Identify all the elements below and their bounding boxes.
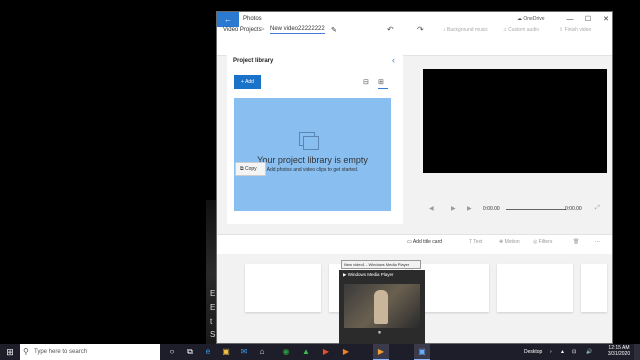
background-text: t: [210, 317, 213, 326]
onedrive-label: OneDrive: [523, 16, 545, 22]
add-button[interactable]: + Add: [234, 75, 261, 89]
title-bar: [217, 12, 612, 27]
motion-label: Motion: [504, 239, 520, 245]
back-button[interactable]: ←: [217, 12, 239, 27]
copy-label: Copy: [244, 166, 257, 172]
wmp-preview-title: Windows Media Player: [347, 272, 394, 277]
fullscreen-icon[interactable]: ⤢: [595, 205, 600, 212]
task-view-icon[interactable]: ⧉: [182, 344, 198, 360]
chevron-icon[interactable]: ›: [550, 344, 552, 360]
system-clock[interactable]: 12:15 AM 3/31/2020: [604, 345, 634, 357]
background-text: E: [210, 289, 216, 298]
add-title-card-button[interactable]: ▭ Add title card: [407, 239, 442, 245]
photo-icon: [303, 136, 319, 150]
background-music-button[interactable]: ♪ Background music: [443, 27, 488, 33]
mail-icon[interactable]: ✉: [236, 344, 252, 360]
edit-icon[interactable]: ✎: [331, 26, 337, 34]
background-text: E: [210, 303, 216, 312]
onedrive-button[interactable]: ☁ OneDrive: [517, 12, 545, 27]
video-preview[interactable]: [423, 69, 607, 173]
project-name-field[interactable]: New video22222222: [270, 26, 325, 34]
app-icon[interactable]: ▶: [318, 344, 334, 360]
vlc-icon[interactable]: ▶: [338, 344, 354, 360]
cortana-icon[interactable]: ○: [164, 344, 180, 360]
close-button[interactable]: ✕: [599, 12, 612, 27]
storyboard-card[interactable]: [581, 264, 607, 312]
delete-icon[interactable]: 🗑: [573, 239, 579, 245]
seek-bar[interactable]: [506, 209, 566, 210]
motion-button[interactable]: ✥ Motion: [499, 239, 520, 245]
undo-icon[interactable]: ↶: [387, 25, 394, 34]
photos-icon[interactable]: ▣: [414, 344, 430, 360]
filters-button[interactable]: ◎ Filters: [533, 239, 552, 245]
finish-video-label: Finish video: [564, 27, 592, 33]
pause-icon[interactable]: ⏸: [378, 330, 381, 337]
breadcrumb-separator: >: [261, 27, 265, 33]
excel-icon[interactable]: ◉: [278, 344, 294, 360]
copy-drag-tooltip: ⧉ Copy: [235, 162, 266, 176]
current-time: 0:00.00: [483, 206, 500, 212]
redo-icon[interactable]: ↷: [417, 25, 424, 34]
play-icon[interactable]: ▶: [451, 205, 456, 212]
storyboard-card[interactable]: [245, 264, 321, 312]
desktop-toolbar-label[interactable]: Desktop: [524, 344, 542, 360]
background-music-label: Background music: [446, 27, 489, 33]
text-button[interactable]: T Text: [469, 239, 482, 245]
file-explorer-icon[interactable]: ▣: [218, 344, 234, 360]
search-placeholder[interactable]: Type here to search: [34, 344, 87, 360]
filters-label: Filters: [538, 239, 553, 245]
window-title: Photos: [243, 16, 262, 22]
clock-date: 3/31/2020: [607, 351, 631, 357]
view-selected-indicator: [378, 88, 388, 89]
collapse-library-icon[interactable]: ‹: [392, 55, 395, 65]
text-label: Text: [473, 239, 483, 245]
list-view-icon[interactable]: ⊟: [363, 78, 369, 86]
wmp-preview-figure: [374, 290, 388, 324]
grid-view-icon[interactable]: ⊞: [378, 78, 384, 86]
notification-button[interactable]: [634, 344, 640, 360]
background-text: S: [210, 330, 216, 339]
more-icon[interactable]: ⋯: [595, 239, 600, 245]
next-frame-icon[interactable]: ▶: [467, 205, 472, 212]
volume-icon[interactable]: 🔊: [586, 344, 592, 360]
start-icon[interactable]: ⊞: [0, 344, 20, 360]
previous-frame-icon[interactable]: ◀: [429, 205, 434, 212]
store-icon[interactable]: ⌂: [254, 344, 270, 360]
maximize-button[interactable]: ☐: [581, 12, 595, 27]
search-icon: ⚲: [23, 347, 29, 356]
windows-media-player-icon[interactable]: ▶: [373, 344, 389, 360]
desktop-background: [0, 0, 216, 344]
edge-icon[interactable]: e: [200, 344, 216, 360]
wmp-tooltip: New video1 - Windows Media Player: [341, 260, 421, 269]
app-icon[interactable]: ▲: [298, 344, 314, 360]
wmp-preview-header: ▶ Windows Media Player: [343, 272, 394, 277]
project-library-title: Project library: [233, 58, 274, 64]
total-time: 0:00.00: [565, 206, 582, 212]
breadcrumb-video-projects[interactable]: Video Projects: [223, 27, 262, 33]
custom-audio-label: Custom audio: [508, 27, 539, 33]
storyboard-card[interactable]: [497, 264, 573, 312]
network-icon[interactable]: ⊡: [572, 344, 576, 360]
show-hidden-icons-icon[interactable]: ▲: [560, 344, 565, 360]
minimize-button[interactable]: —: [563, 12, 577, 27]
custom-audio-button[interactable]: ♫ Custom audio: [503, 27, 539, 33]
add-title-card-label: Add title card: [412, 239, 443, 245]
finish-video-button[interactable]: ⇪ Finish video: [559, 27, 591, 33]
